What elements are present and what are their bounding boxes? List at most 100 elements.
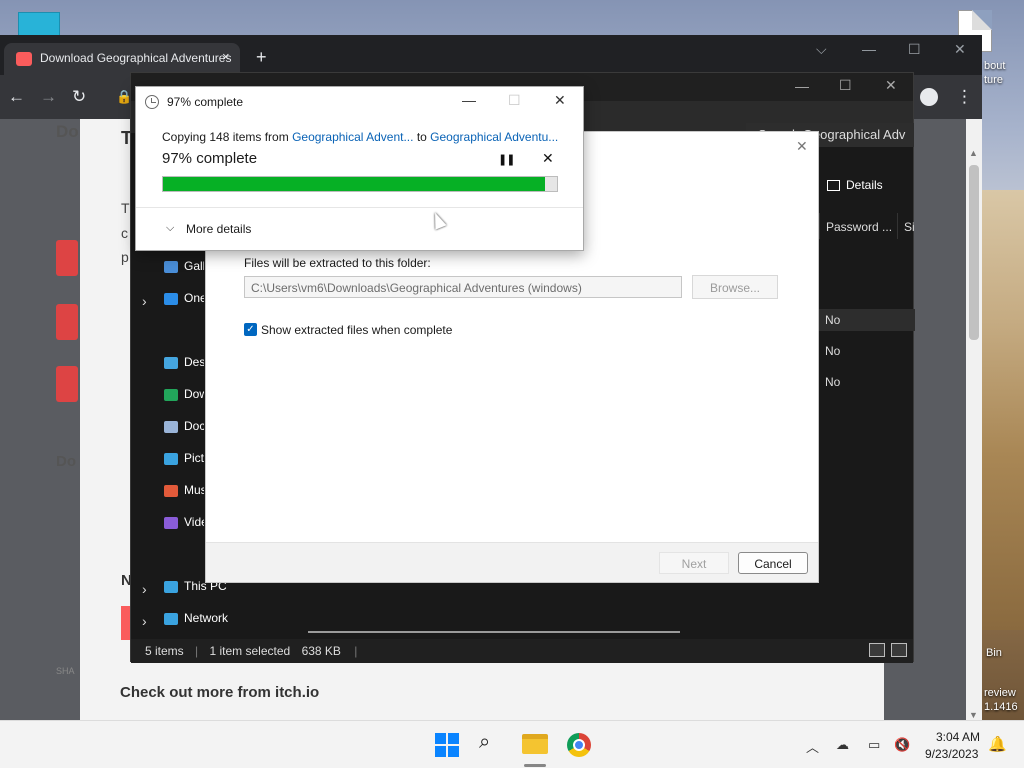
clock-date[interactable]: 9/23/2023 [925, 747, 978, 761]
minimize-icon[interactable]: — [462, 92, 476, 108]
menu-dots-icon[interactable]: ⋮ [956, 87, 973, 107]
column-header-size[interactable]: Si [897, 213, 915, 239]
next-button[interactable]: Next [659, 552, 729, 574]
sidebar-item-label: Gallery [184, 259, 204, 273]
chevron-up-icon[interactable]: ︿ [806, 737, 819, 756]
maximize-icon[interactable]: ☐ [908, 41, 921, 58]
selection-count: 1 item selected [209, 644, 291, 658]
details-pane-icon [827, 180, 840, 192]
active-indicator [524, 764, 546, 767]
wizard-footer: Next Cancel [206, 542, 818, 582]
password-cell[interactable]: No [819, 371, 915, 393]
tab-search-chevron-icon[interactable]: ⌵ [816, 41, 827, 58]
pause-icon[interactable]: ❚❚ [498, 153, 515, 166]
close-icon[interactable]: ✕ [954, 41, 966, 58]
details-view-icon[interactable] [869, 643, 885, 657]
reload-icon[interactable]: ↻ [72, 87, 86, 107]
chrome-icon[interactable] [567, 733, 591, 757]
dialog-titlebar: 97% complete — ☐ ✕ [136, 87, 583, 117]
scroll-down-icon[interactable]: ▼ [969, 710, 978, 720]
maximize-icon[interactable]: ☐ [839, 77, 852, 94]
copy-description: Copying 148 items from Geographical Adve… [162, 130, 558, 144]
browse-button[interactable]: Browse... [692, 275, 778, 299]
large-icons-view-icon[interactable] [891, 643, 907, 657]
desktop-icon-label: bout [984, 60, 1006, 72]
sidebar-item-onedrive[interactable]: OneDrive [164, 291, 204, 305]
clock-time[interactable]: 3:04 AM [936, 730, 980, 744]
volume-muted-icon[interactable]: 🔇 [894, 737, 910, 753]
browser-tab[interactable]: Download Geographical Adventures × [4, 43, 240, 75]
download-button[interactable] [56, 366, 78, 402]
desktop-icon-label: review [984, 687, 1016, 699]
sidebar-item-downloads[interactable]: Downloads [164, 387, 204, 401]
item-count: 5 items [145, 644, 184, 658]
close-icon[interactable]: ✕ [796, 138, 808, 155]
details-label: Details [846, 178, 883, 192]
dialog-title: 97% complete [167, 95, 244, 109]
sidebar-item-label: Pictures [184, 451, 204, 465]
minimize-icon[interactable]: — [795, 78, 809, 94]
page-scrollbar-thumb[interactable] [969, 165, 979, 340]
sidebar-item-music[interactable]: Music [164, 483, 204, 497]
page-heading-fragment: Do [56, 122, 79, 141]
sidebar-item-label: Desktop [184, 355, 204, 369]
start-icon[interactable] [435, 733, 459, 757]
close-icon[interactable]: ✕ [554, 92, 566, 109]
onedrive-icon[interactable]: ☁ [836, 737, 849, 753]
new-tab-button[interactable]: + [256, 47, 267, 68]
profile-avatar-icon[interactable] [920, 88, 938, 106]
destination-link[interactable]: Geographical Adventu... [430, 130, 558, 144]
show-files-checkbox-label[interactable]: Show extracted files when complete [261, 323, 452, 337]
password-cell[interactable]: No [819, 309, 915, 331]
sidebar-item-videos[interactable]: Videos [164, 515, 204, 529]
more-details-button[interactable]: More details [186, 222, 251, 236]
sidebar-item-pictures[interactable]: Pictures [164, 451, 204, 465]
minimize-icon[interactable]: — [862, 41, 876, 57]
notification-bell-icon[interactable]: 🔔 [988, 735, 1007, 753]
horizontal-scrollbar[interactable] [308, 631, 680, 633]
sidebar-item-label: OneDrive [184, 291, 204, 305]
chevron-down-icon[interactable]: ⌵ [166, 222, 174, 235]
sidebar-item-gallery[interactable]: Gallery [164, 259, 204, 273]
close-icon[interactable]: ✕ [885, 77, 897, 94]
show-files-checkbox[interactable]: ✓ [244, 323, 257, 336]
expand-chevron-icon[interactable]: › [142, 581, 147, 597]
page-heading-fragment: Do [56, 453, 76, 470]
details-button[interactable]: Details [827, 178, 883, 192]
password-cell[interactable]: No [819, 340, 915, 362]
divider [136, 207, 583, 208]
forward-icon[interactable]: → [40, 87, 57, 107]
expand-chevron-icon[interactable]: › [142, 613, 147, 629]
tab-strip: Download Geographical Adventures × + ⌵ —… [0, 35, 982, 75]
sidebar-item-network[interactable]: Network [164, 611, 274, 625]
scroll-up-icon[interactable]: ▲ [969, 148, 978, 158]
destination-path-field[interactable]: C:\Users\vm6\Downloads\Geographical Adve… [244, 276, 682, 298]
sidebar-item-label: Downloads [184, 387, 204, 401]
clock-icon [145, 95, 159, 109]
status-bar: 5 items | 1 item selected 638 KB | [131, 639, 913, 663]
itch-favicon-icon [16, 52, 32, 66]
to-word: to [413, 130, 431, 144]
download-button[interactable] [56, 304, 78, 340]
sidebar-item-label: Music [184, 483, 204, 497]
selection-size: 638 KB [301, 644, 341, 658]
source-link[interactable]: Geographical Advent... [292, 130, 413, 144]
file-explorer-icon[interactable] [522, 734, 548, 754]
back-icon[interactable]: ← [8, 87, 25, 107]
sidebar-item-documents[interactable]: Documents [164, 419, 204, 433]
expand-chevron-icon[interactable]: › [142, 293, 147, 309]
cancel-button[interactable]: Cancel [738, 552, 808, 574]
stop-icon[interactable]: ✕ [542, 150, 554, 167]
sidebar-item-desktop[interactable]: Desktop [164, 355, 204, 369]
tab-close-icon[interactable]: × [222, 49, 230, 64]
share-label: SHA [56, 666, 75, 676]
desktop-app-icon[interactable] [18, 12, 60, 36]
more-from-heading: Check out more from itch.io [120, 684, 320, 701]
taskbar: ⌕ ︿ ☁ ▭ 🔇 3:04 AM 9/23/2023 🔔 [0, 720, 1024, 768]
gallery-icon [164, 260, 178, 273]
display-icon[interactable]: ▭ [868, 737, 880, 753]
download-button[interactable] [56, 240, 78, 276]
search-icon[interactable]: ⌕ [479, 731, 490, 754]
sidebar-item-label: Videos [184, 515, 204, 529]
destination-label: Files will be extracted to this folder: [244, 256, 431, 270]
